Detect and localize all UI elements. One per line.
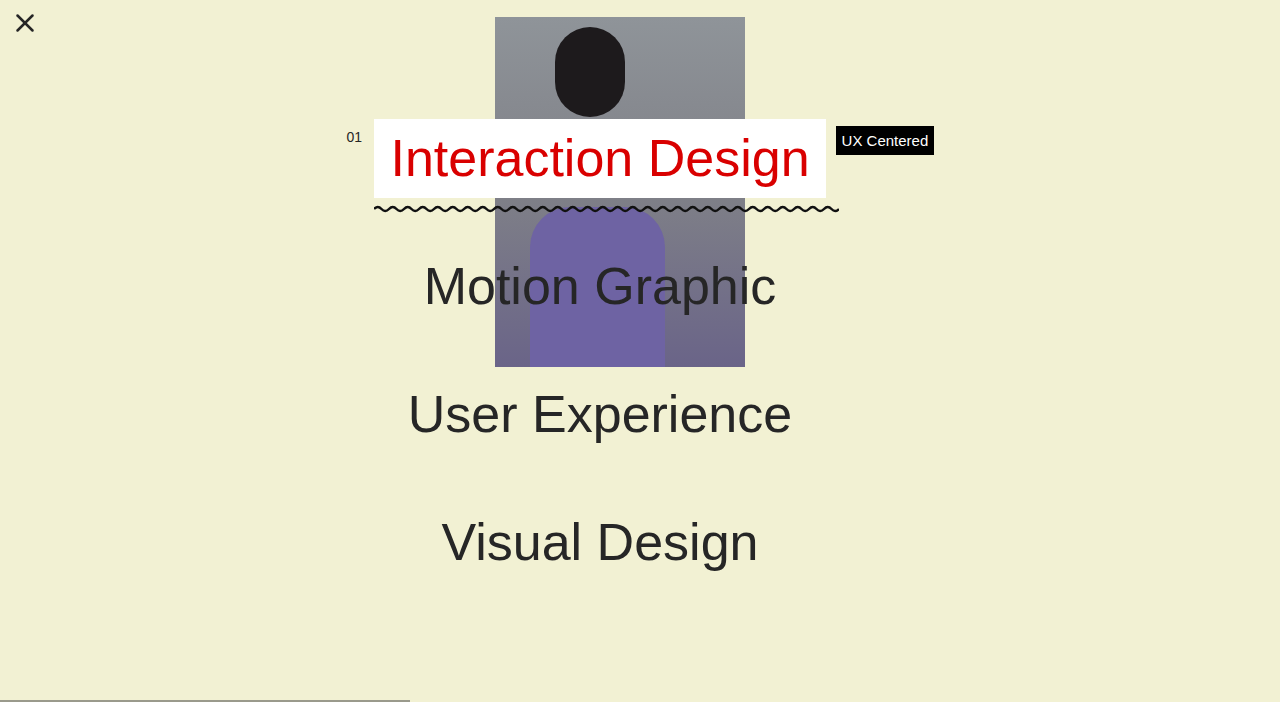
menu-item[interactable]: Motion Graphic xyxy=(408,247,793,326)
wavy-underline-icon xyxy=(374,204,839,214)
menu-item[interactable]: Visual Design xyxy=(425,503,774,582)
close-button[interactable] xyxy=(10,8,40,38)
menu-item[interactable]: User Experience xyxy=(392,375,808,454)
menu-row: Visual Design xyxy=(425,503,774,631)
progress-fill xyxy=(0,700,410,702)
progress-track xyxy=(0,700,1280,702)
menu-row: 01Interaction DesignUX Centered xyxy=(374,119,825,247)
close-icon xyxy=(10,8,40,38)
item-number: 01 xyxy=(346,127,362,148)
menu-row: Motion Graphic xyxy=(408,247,793,375)
menu-list: 01Interaction DesignUX CenteredMotion Gr… xyxy=(0,0,1280,631)
menu-overlay: 01Interaction DesignUX CenteredMotion Gr… xyxy=(0,0,1280,702)
menu-row: User Experience xyxy=(392,375,808,503)
menu-item[interactable]: Interaction Design xyxy=(374,119,825,198)
item-badge: UX Centered xyxy=(836,126,935,155)
